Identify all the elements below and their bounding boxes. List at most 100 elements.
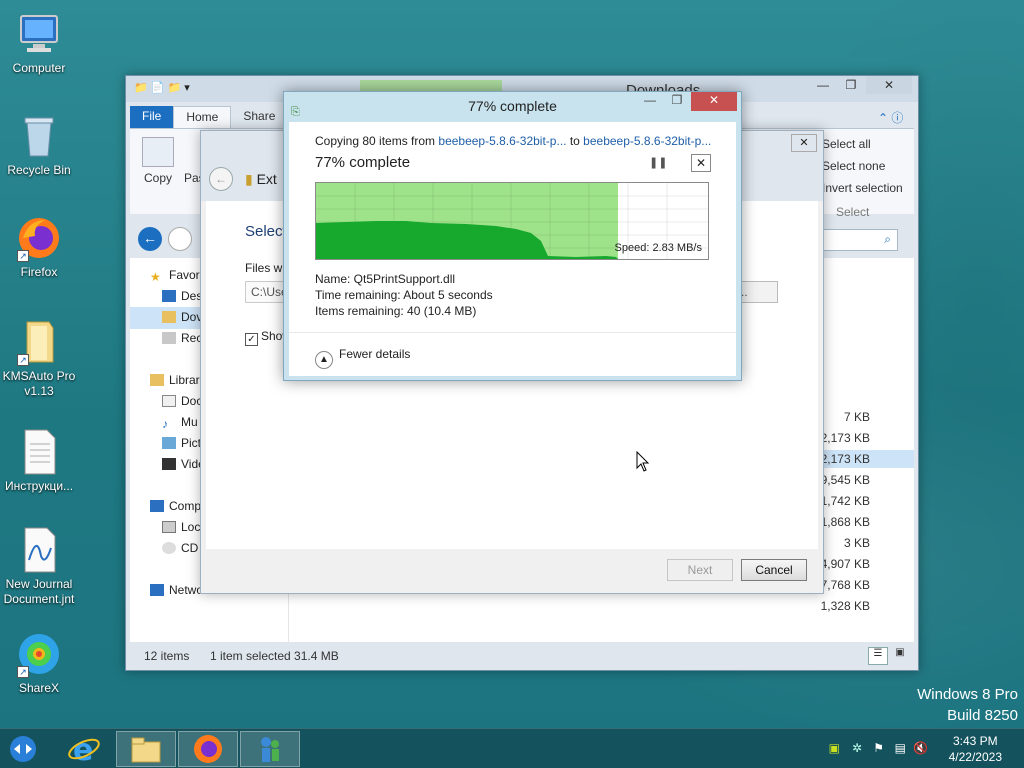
taskbar-explorer-icon[interactable]: [116, 731, 176, 767]
show-checkbox[interactable]: ✓: [245, 333, 258, 346]
videos-icon: [162, 458, 176, 470]
desktop-icon-recycle-bin[interactable]: Recycle Bin: [2, 112, 76, 178]
desktop-icon-instruction[interactable]: Инструкци...: [2, 428, 76, 494]
star-icon: ★: [150, 270, 161, 284]
selection-info: 1 item selected 31.4 MB: [210, 649, 339, 663]
desktop-icon-label: Recycle Bin: [7, 163, 71, 177]
documents-icon: [162, 395, 176, 407]
minimize-icon[interactable]: —: [810, 76, 836, 94]
nav-libraries[interactable]: Librar: [169, 373, 200, 387]
taskbar-ie-icon[interactable]: e: [54, 731, 114, 768]
back-arrow-icon[interactable]: ←: [138, 227, 162, 251]
maximize-icon[interactable]: ❐: [838, 76, 864, 94]
recycle-bin-icon: [15, 112, 63, 160]
current-file-name: Name: Qt5PrintSupport.dll: [315, 272, 456, 286]
tab-home[interactable]: Home: [173, 106, 232, 128]
mouse-cursor-icon: [636, 451, 650, 472]
computer-nav-icon: [150, 500, 164, 512]
ribbon-collapse-icon[interactable]: ⌃ ⓘ: [878, 109, 903, 126]
cancel-button[interactable]: Cancel: [741, 559, 807, 581]
close-icon[interactable]: ✕: [691, 92, 737, 111]
search-input[interactable]: ⌕: [818, 229, 898, 251]
tab-share[interactable]: Share: [231, 106, 287, 128]
tray-app-icon[interactable]: ▣: [829, 741, 840, 755]
os-build: Build 8250: [947, 707, 1018, 724]
desktop-icon-computer[interactable]: Computer: [2, 10, 76, 76]
downloads-folder-icon: [162, 311, 176, 323]
nav-music[interactable]: Mu: [181, 415, 198, 429]
invert-selection-button[interactable]: Invert selection: [822, 181, 903, 195]
journal-document-icon: [15, 526, 63, 574]
desktop-icon-label: Computer: [12, 61, 66, 75]
desktop-icon: [162, 290, 176, 302]
desktop-icon-label: Firefox: [20, 265, 58, 279]
clock[interactable]: 3:43 PM 4/22/2023: [949, 733, 1002, 765]
status-bar: 12 items 1 item selected 31.4 MB ☰ ▣: [126, 642, 918, 670]
select-all-button[interactable]: Select all: [822, 137, 871, 151]
forward-arrow-icon[interactable]: [168, 227, 192, 251]
wizard-back-icon[interactable]: ←: [209, 167, 233, 191]
select-none-button[interactable]: Select none: [822, 159, 885, 173]
volume-muted-icon[interactable]: 🔇: [913, 741, 928, 755]
firefox-icon: ↗: [15, 214, 63, 262]
item-count: 12 items: [144, 649, 190, 663]
next-button[interactable]: Next: [667, 559, 733, 581]
nav-pictures[interactable]: Pict: [181, 436, 201, 450]
speed-area: [316, 221, 618, 259]
desktop-icon-label: New Journal Document.jnt: [3, 577, 75, 606]
music-icon: ♪: [162, 417, 168, 431]
file-size: 7 KB: [843, 410, 870, 424]
percent-complete-label: 77% complete: [315, 154, 411, 171]
taskbar-firefox-icon[interactable]: [178, 731, 238, 767]
flag-icon[interactable]: ⚑: [873, 741, 884, 755]
desktop-icon-kmsauto[interactable]: ↗ KMSAuto Pro v1.13: [2, 318, 76, 399]
pause-icon[interactable]: ❚❚: [649, 156, 667, 169]
desktop-icon-firefox[interactable]: ↗ Firefox: [2, 214, 76, 280]
desktop-icon-label: Инструкци...: [4, 479, 74, 493]
desktop-icon-label: ShareX: [18, 681, 60, 695]
network-tray-icon[interactable]: ▤: [895, 741, 906, 755]
nav-local-disk[interactable]: Loc: [181, 520, 200, 534]
search-icon: ⌕: [884, 232, 891, 246]
progress-titlebar[interactable]: ⎘ 77% complete — ❐ ✕: [284, 92, 741, 121]
computer-icon: [15, 10, 63, 58]
taskbar-network-app-icon[interactable]: [240, 731, 300, 767]
source-link[interactable]: beebeep-5.8.6-32bit-p...: [438, 134, 566, 148]
destination-link[interactable]: beebeep-5.8.6-32bit-p...: [583, 134, 711, 148]
tray-settings-icon[interactable]: ✲: [852, 741, 862, 755]
desktop-icon-sharex[interactable]: ↗ ShareX: [2, 630, 76, 696]
file-size: 3 KB: [843, 536, 870, 550]
details-view-icon[interactable]: ☰: [868, 647, 888, 665]
fewer-details-button[interactable]: ▲ Fewer details: [315, 347, 410, 369]
files-label: Files wi: [245, 261, 286, 275]
copy-summary: Copying 80 items from beebeep-5.8.6-32bi…: [315, 134, 712, 148]
cancel-copy-icon[interactable]: ✕: [691, 154, 711, 172]
copy-progress-dialog[interactable]: ⎘ 77% complete — ❐ ✕ Copying 80 items fr…: [283, 91, 742, 381]
desktop-icon-journal[interactable]: New Journal Document.jnt: [2, 526, 76, 607]
quick-access-icon[interactable]: 📁 📄 📁 ▾: [134, 81, 190, 94]
large-icons-view-icon[interactable]: ▣: [890, 647, 910, 665]
copy-button[interactable]: Copy: [144, 171, 172, 185]
shortcut-arrow-icon: ↗: [17, 354, 29, 366]
progress-content: Copying 80 items from beebeep-5.8.6-32bi…: [289, 122, 736, 376]
clock-time: 3:43 PM: [952, 734, 998, 748]
taskbar-teamviewer-icon[interactable]: [0, 731, 46, 767]
close-icon[interactable]: ✕: [866, 76, 912, 94]
folder-icon: ↗: [15, 318, 63, 366]
network-icon: [150, 584, 164, 596]
library-icon: [150, 374, 164, 386]
nav-computer[interactable]: Comp: [169, 499, 201, 513]
recent-icon: [162, 332, 176, 344]
time-remaining: Time remaining: About 5 seconds: [315, 288, 493, 302]
wizard-close-icon[interactable]: ✕: [791, 134, 817, 152]
nav-favorites[interactable]: Favor: [169, 268, 200, 282]
progress-window-title: 77% complete: [468, 98, 557, 114]
clock-date: 4/22/2023: [948, 750, 1002, 764]
progress-graph: Speed: 2.83 MB/s: [315, 182, 709, 260]
shortcut-arrow-icon: ↗: [17, 666, 29, 678]
nav-cd-drive[interactable]: CD: [181, 541, 198, 555]
maximize-icon[interactable]: ❐: [664, 92, 690, 111]
tab-file[interactable]: File: [130, 106, 174, 128]
drive-icon: [162, 521, 176, 533]
minimize-icon[interactable]: —: [637, 92, 663, 111]
